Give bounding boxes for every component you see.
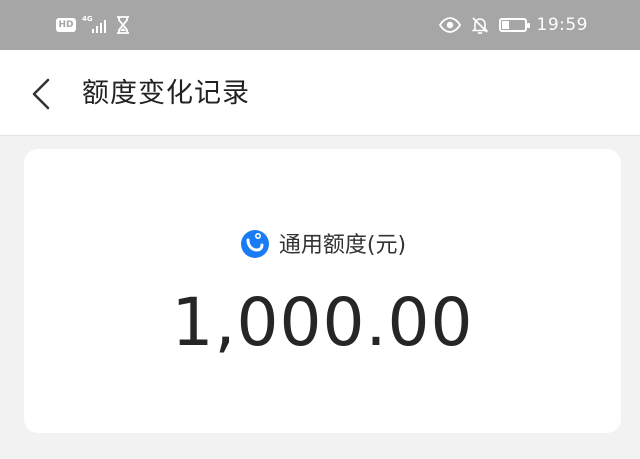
content-area: 通用额度(元) 1,000.00 [0, 137, 640, 459]
page-title: 额度变化记录 [82, 78, 250, 109]
status-right: 19:59 [438, 14, 589, 36]
brand-logo-icon [240, 230, 269, 258]
quota-amount: 1,000.00 [171, 284, 474, 361]
app-header: 额度变化记录 [0, 50, 640, 136]
signal-icon: 4G [82, 15, 110, 34]
status-bar: HD 4G 19:59 [0, 0, 640, 50]
eye-icon [438, 17, 461, 33]
chevron-left-icon [32, 78, 50, 110]
hd-icon: HD [56, 18, 76, 32]
battery-icon [498, 18, 530, 32]
bell-off-icon [471, 17, 488, 34]
status-time: 19:59 [536, 15, 588, 35]
quota-card: 通用额度(元) 1,000.00 [24, 149, 621, 433]
status-left: HD 4G [56, 14, 130, 36]
back-button[interactable] [22, 72, 62, 116]
battery-fill [501, 21, 510, 29]
quota-label-row: 通用额度(元) [24, 223, 621, 263]
hourglass-icon [117, 16, 129, 34]
quota-label: 通用额度(元) [278, 233, 407, 258]
